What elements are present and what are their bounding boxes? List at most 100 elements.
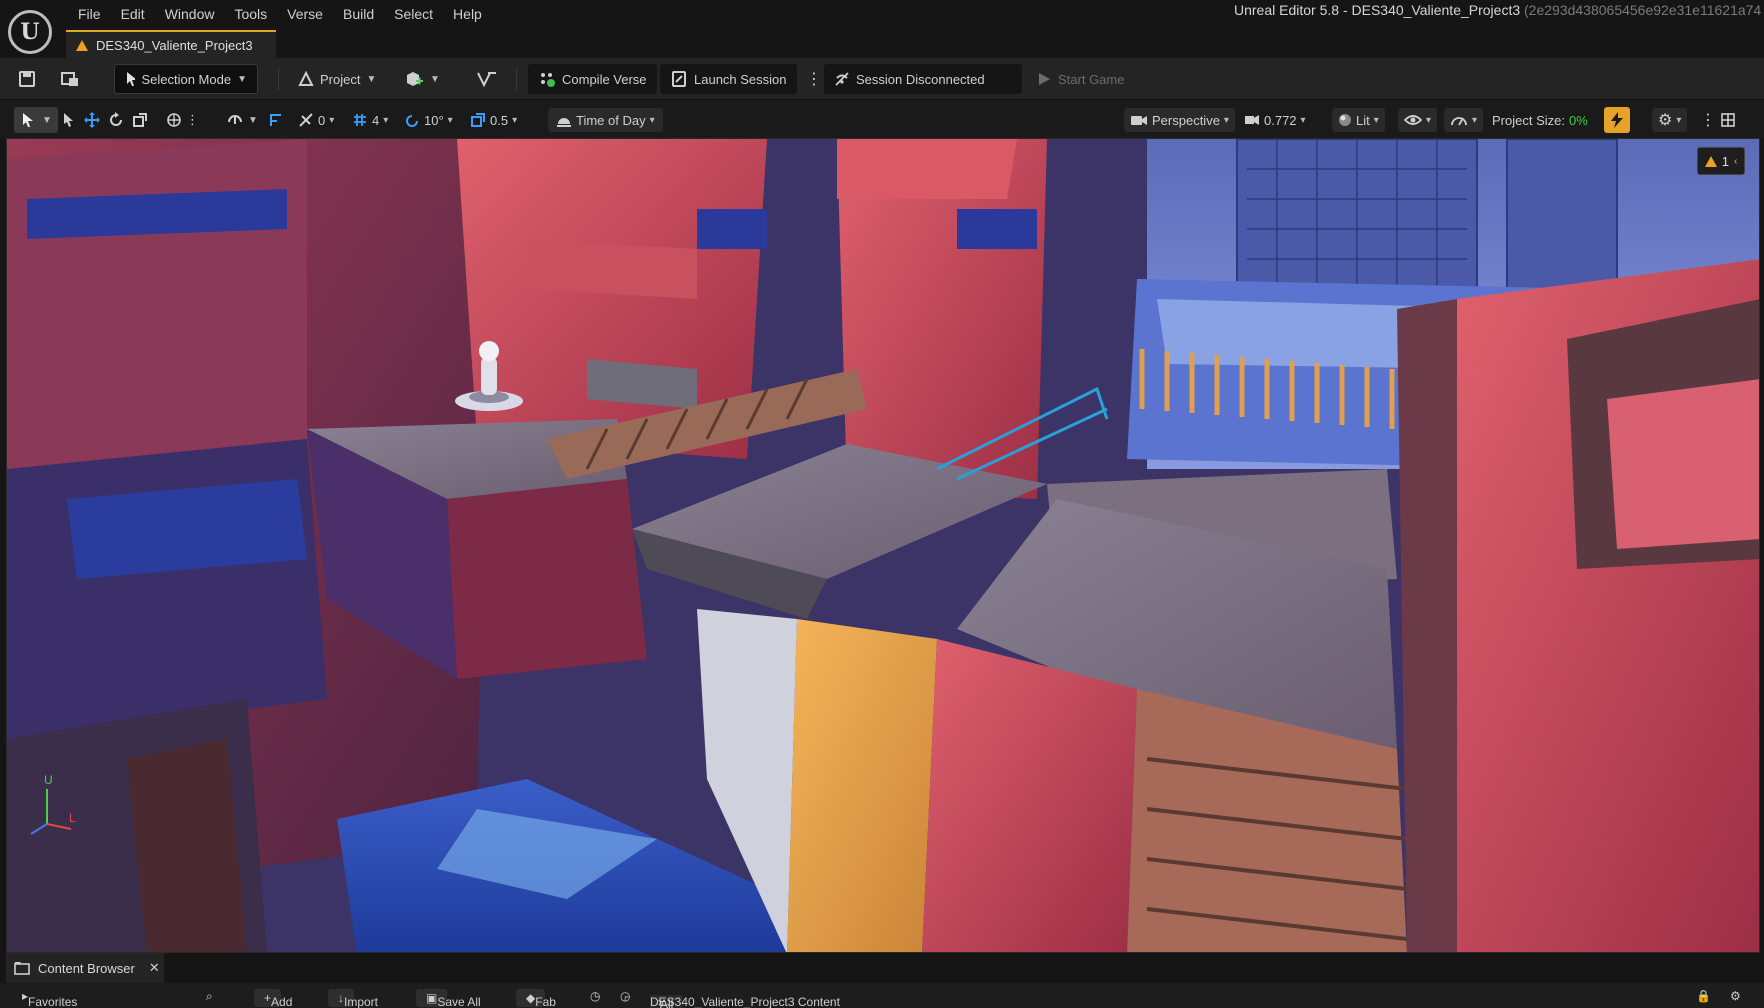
- transform-mode-dropdown[interactable]: ▼: [14, 107, 58, 133]
- rotation-snap-dropdown[interactable]: 0 ▾: [298, 108, 334, 132]
- viewport-layout-button[interactable]: [1720, 108, 1736, 132]
- viewport-settings-dropdown[interactable]: ⚙ ▾: [1652, 108, 1688, 132]
- grid-snap-dropdown[interactable]: 4 ▾: [352, 108, 388, 132]
- show-flags-dropdown[interactable]: ▾: [1398, 108, 1438, 132]
- start-game-label: Start Game: [1058, 71, 1125, 87]
- realtime-lightning-icon: [1611, 112, 1623, 128]
- rotation-snap-icon: [299, 113, 313, 127]
- session-options-button[interactable]: ⋮: [806, 64, 822, 94]
- settings-gear-icon[interactable]: ⚙: [1730, 989, 1741, 1003]
- menu-file[interactable]: File: [68, 4, 111, 24]
- project-dropdown[interactable]: Project ▼: [298, 64, 376, 94]
- chevron-down-icon: ▼: [430, 73, 440, 85]
- project-size-label: Project Size:: [1492, 112, 1565, 128]
- search-icon[interactable]: ⌕: [206, 989, 213, 1004]
- lock-icon[interactable]: 🔒: [1696, 989, 1711, 1003]
- main-toolbar: Selection Mode ▼ Project ▼ ▼ Compile Ver…: [0, 58, 1764, 100]
- toolbar-divider: [278, 68, 279, 90]
- angle-snap-icon: [406, 115, 418, 127]
- unreal-editor-window: File Edit Window Tools Verse Build Selec…: [0, 0, 1764, 1008]
- window-title: Unreal Editor 5.8 - DES340_Valiente_Proj…: [1234, 2, 1764, 18]
- select-tool-button[interactable]: [62, 108, 76, 132]
- scale-snap-icon: [471, 113, 485, 127]
- warning-badge[interactable]: 1 ‹: [1697, 147, 1745, 175]
- performance-dropdown[interactable]: ▾: [1444, 108, 1484, 132]
- history-forward-icon[interactable]: ◶: [620, 989, 630, 1003]
- more-vertical-icon: ⋮: [1700, 112, 1716, 129]
- more-vertical-icon[interactable]: ⋮: [186, 112, 199, 128]
- menu-tools[interactable]: Tools: [224, 4, 277, 24]
- fab-button[interactable]: ◆ Fab: [516, 989, 556, 1008]
- start-game-button[interactable]: Start Game: [1036, 64, 1124, 94]
- axis-u-label: U: [44, 773, 53, 787]
- save-all-button[interactable]: ▣ Save All: [416, 989, 481, 1008]
- content-browser-tab[interactable]: Content Browser ✕: [6, 953, 164, 983]
- warning-count: 1: [1721, 153, 1729, 169]
- launch-session-button[interactable]: Launch Session: [660, 64, 797, 94]
- menu-bar: File Edit Window Tools Verse Build Selec…: [0, 0, 1764, 28]
- layout-grid-icon: [1721, 113, 1735, 127]
- lit-label: Lit: [1356, 112, 1370, 128]
- favorites-section[interactable]: ▸ Favorites: [22, 989, 77, 1008]
- surface-snapping-dropdown[interactable]: ▼: [226, 108, 258, 132]
- world-local-toggle[interactable]: ⋮: [166, 108, 199, 132]
- rotate-tool-button[interactable]: [108, 108, 124, 132]
- lit-sphere-icon: [1339, 114, 1351, 126]
- close-icon[interactable]: ✕: [149, 960, 160, 976]
- toolbar-divider: [516, 68, 517, 90]
- level-warning-icon: [76, 39, 88, 51]
- unreal-logo-icon[interactable]: U: [8, 10, 52, 54]
- session-status-label: Session Disconnected: [856, 71, 985, 87]
- translate-tool-button[interactable]: [84, 108, 100, 132]
- launch-session-icon: [672, 71, 686, 87]
- browse-level-button[interactable]: [60, 64, 80, 94]
- viewport-toolbar: ▼ ⋮ ▼ 0 ▾ 4 ▾ 10° ▾ 0.5 ▾ Time of Day ▾ …: [0, 100, 1764, 138]
- compile-verse-label: Compile Verse: [562, 71, 647, 87]
- level-viewport[interactable]: U L 1 ‹: [6, 138, 1760, 953]
- menu-help[interactable]: Help: [443, 4, 492, 24]
- perspective-dropdown[interactable]: Perspective ▾: [1124, 108, 1235, 132]
- menu-select[interactable]: Select: [384, 4, 443, 24]
- add-content-dropdown[interactable]: ▼: [404, 64, 440, 94]
- path-content[interactable]: DES340_Valiente_Project3 Content: [650, 995, 840, 1008]
- menu-window[interactable]: Window: [155, 4, 225, 24]
- verse-button[interactable]: [476, 64, 498, 94]
- gear-icon: ⚙: [1658, 112, 1673, 129]
- menu-verse[interactable]: Verse: [277, 4, 333, 24]
- select-mode-icon: [23, 113, 33, 127]
- level-document-tab-label: DES340_Valiente_Project3: [96, 37, 253, 53]
- window-title-hash: (2e293d438065456e92e31e11621a74: [1524, 2, 1762, 18]
- import-button[interactable]: ↓ Import: [328, 989, 378, 1008]
- grid-snap-icon: [354, 114, 366, 126]
- play-icon: [1039, 73, 1050, 85]
- camera-speed-dropdown[interactable]: 0.772 ▾: [1244, 108, 1306, 132]
- scale-tool-button[interactable]: [132, 108, 148, 132]
- view-mode-dropdown[interactable]: Lit ▾: [1332, 108, 1385, 132]
- chevron-down-icon: ▾: [1676, 114, 1682, 126]
- main-menu: File Edit Window Tools Verse Build Selec…: [68, 4, 492, 24]
- save-icon: [19, 71, 35, 87]
- viewport-options-button[interactable]: ⋮: [1700, 108, 1716, 132]
- session-status-indicator[interactable]: Session Disconnected: [824, 64, 1022, 94]
- sun-horizon-icon: [557, 118, 571, 127]
- verse-icon: [477, 72, 496, 88]
- menu-build[interactable]: Build: [333, 4, 384, 24]
- chevron-down-icon: ▾: [649, 114, 655, 126]
- compile-verse-button[interactable]: Compile Verse: [528, 64, 657, 94]
- grid-snap-value: 4: [372, 112, 380, 128]
- save-button[interactable]: [18, 64, 36, 94]
- disconnected-icon: [835, 72, 849, 86]
- menu-edit[interactable]: Edit: [111, 4, 155, 24]
- angle-snap-dropdown[interactable]: 10° ▾: [404, 108, 453, 132]
- viewport-scene: [7, 139, 1759, 952]
- selection-mode-dropdown[interactable]: Selection Mode ▼: [114, 64, 258, 94]
- scale-snap-dropdown[interactable]: 0.5 ▾: [470, 108, 517, 132]
- snap-to-floor-button[interactable]: [268, 108, 284, 132]
- realtime-toggle-button[interactable]: [1604, 107, 1630, 133]
- level-document-tab[interactable]: DES340_Valiente_Project3: [66, 30, 276, 58]
- document-tab-row: DES340_Valiente_Project3: [0, 28, 1764, 58]
- time-of-day-dropdown[interactable]: Time of Day ▾: [548, 108, 663, 132]
- add-button[interactable]: + Add: [254, 989, 292, 1008]
- chevron-down-icon: ▾: [1300, 114, 1306, 126]
- history-back-icon[interactable]: ◷: [590, 989, 600, 1003]
